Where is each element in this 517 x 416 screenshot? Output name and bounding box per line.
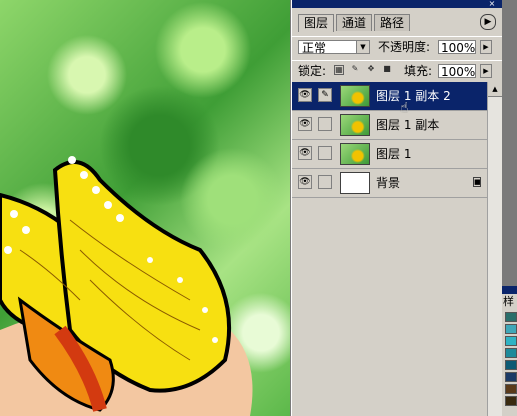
lock-label: 锁定: <box>298 64 327 78</box>
layer-thumbnail <box>340 143 370 165</box>
link-box[interactable] <box>318 175 332 189</box>
link-box[interactable] <box>318 117 332 131</box>
swatch[interactable] <box>505 324 517 334</box>
blend-row: 正常 ▼ 不透明度: 100% ▶ <box>292 36 502 57</box>
lock-transparency-icon[interactable]: ▦ <box>334 65 344 75</box>
layers-scrollbar[interactable]: ▲ <box>487 82 502 416</box>
chevron-down-icon[interactable]: ▼ <box>356 41 369 53</box>
opacity-input[interactable]: 100% <box>438 40 476 55</box>
tab-channels[interactable]: 通道 <box>336 14 373 31</box>
panel-tabs: 图层 通道 路径 <box>292 14 502 32</box>
layer-name: 背景 <box>376 176 401 190</box>
scroll-up-button[interactable]: ▲ <box>488 82 502 97</box>
layers-list: 👁 ✎ 图层 1 副本 2 👁 图层 1 副本 👁 图层 1 👁 背景 ■ <box>292 82 487 202</box>
butterfly-artwork <box>0 156 253 416</box>
layer-name: 图层 1 <box>376 147 412 161</box>
opacity-slider-button[interactable]: ▶ <box>480 40 492 54</box>
fill-input[interactable]: 100% <box>438 64 476 79</box>
swatches-titlebar[interactable] <box>502 286 517 294</box>
eye-icon[interactable]: 👁 <box>298 146 312 160</box>
layer-thumbnail <box>340 114 370 136</box>
layer-row[interactable]: 👁 ✎ 图层 1 副本 2 <box>292 82 487 111</box>
swatch[interactable] <box>505 336 517 346</box>
blend-mode-select[interactable]: 正常 ▼ <box>298 40 370 55</box>
canvas-artwork[interactable] <box>0 0 290 416</box>
blend-mode-value: 正常 <box>302 41 327 55</box>
tab-paths[interactable]: 路径 <box>374 14 411 31</box>
brush-icon[interactable]: ✎ <box>318 88 332 102</box>
eye-icon[interactable]: 👁 <box>298 175 312 189</box>
fill-label: 填充: <box>404 64 433 78</box>
layer-row[interactable]: 👁 图层 1 <box>292 140 487 169</box>
close-icon[interactable]: × <box>488 0 496 8</box>
lock-icon[interactable]: ■ <box>382 65 392 75</box>
swatch[interactable] <box>505 360 517 370</box>
tab-swatches[interactable]: 样 <box>503 295 514 309</box>
fill-slider-button[interactable]: ▶ <box>480 64 492 78</box>
lock-icon: ■ <box>473 177 481 187</box>
menu-arrow-icon: ▶ <box>484 17 492 27</box>
layer-row[interactable]: 👁 背景 ■ <box>292 169 487 198</box>
lock-row: 锁定: ▦ ✎ ✥ ■ 填充: 100% ▶ <box>292 60 502 81</box>
layer-thumbnail <box>340 85 370 107</box>
opacity-label: 不透明度: <box>378 40 431 54</box>
swatches-panel: 样 <box>502 286 517 416</box>
swatch[interactable] <box>505 396 517 406</box>
swatch[interactable] <box>505 384 517 394</box>
link-box[interactable] <box>318 146 332 160</box>
layer-row[interactable]: 👁 图层 1 副本 <box>292 111 487 140</box>
swatch[interactable] <box>505 348 517 358</box>
layers-panel: × 图层 通道 路径 ▶ 正常 ▼ 不透明度: 100% ▶ 锁定: ▦ ✎ ✥… <box>291 0 502 416</box>
layer-thumbnail <box>340 172 370 194</box>
swatch[interactable] <box>505 372 517 382</box>
panel-titlebar[interactable]: × <box>292 0 502 8</box>
tab-layers[interactable]: 图层 <box>298 14 335 32</box>
panel-menu-button[interactable]: ▶ <box>480 14 496 30</box>
move-icon[interactable]: ✥ <box>366 65 376 75</box>
hand-cursor-icon: ☝ <box>400 100 409 116</box>
brush-icon[interactable]: ✎ <box>350 65 360 75</box>
layer-name: 图层 1 副本 2 <box>376 89 451 103</box>
layer-name: 图层 1 副本 <box>376 118 440 132</box>
panel-empty-area <box>292 202 487 416</box>
swatch[interactable] <box>505 312 517 322</box>
eye-icon[interactable]: 👁 <box>298 88 312 102</box>
eye-icon[interactable]: 👁 <box>298 117 312 131</box>
